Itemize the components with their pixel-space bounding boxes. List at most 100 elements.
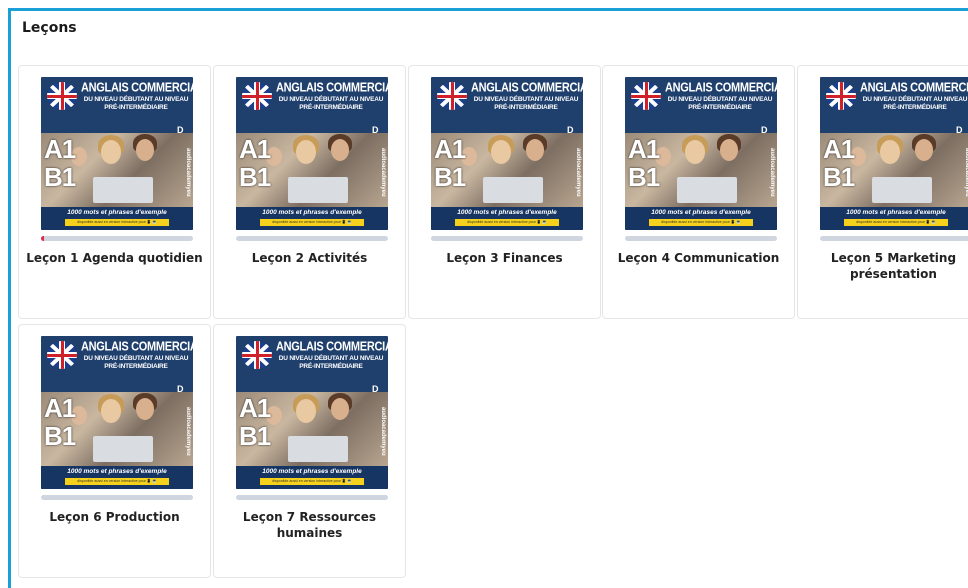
cover-title: ANGLAIS COMMERCIAL bbox=[81, 81, 193, 95]
brand-name: audioacademyeu bbox=[964, 147, 968, 197]
lesson-cover-image: ANGLAIS COMMERCIAL DU NIVEAU DÉBUTANT AU… bbox=[431, 77, 583, 230]
lessons-panel: Leçons ANGLAIS COMMERCIAL DU NIVEAU DÉBU… bbox=[8, 8, 968, 588]
brand-name: audioacademyeu bbox=[185, 406, 191, 456]
lesson-title: Leçon 7 Ressources humaines bbox=[242, 510, 377, 540]
laptop-graphic bbox=[288, 177, 348, 203]
laptop-graphic bbox=[93, 177, 153, 203]
cover-title: ANGLAIS COMMERCIAL bbox=[665, 81, 777, 95]
brand-logo: D bbox=[956, 125, 963, 135]
cover-footer-text: 1000 mots et phrases d'exemple bbox=[262, 209, 362, 216]
brand-logo: D bbox=[761, 125, 768, 135]
lesson-cover-image: ANGLAIS COMMERCIAL DU NIVEAU DÉBUTANT AU… bbox=[236, 77, 388, 230]
cover-level-a: A1 bbox=[239, 393, 271, 423]
lesson-title: Leçon 6 Production bbox=[49, 510, 180, 524]
cover-footer-text: 1000 mots et phrases d'exemple bbox=[457, 209, 557, 216]
uk-flag-icon bbox=[242, 82, 272, 110]
uk-flag-icon bbox=[47, 341, 77, 369]
lesson-progress-bar bbox=[820, 236, 968, 241]
cover-level-a: A1 bbox=[628, 134, 660, 164]
lesson-progress-fill bbox=[41, 236, 45, 241]
cover-footer-text: 1000 mots et phrases d'exemple bbox=[262, 468, 362, 475]
brand-name: audioacademyeu bbox=[185, 147, 191, 197]
cover-title: ANGLAIS COMMERCIAL bbox=[276, 81, 388, 95]
cover-level-a: A1 bbox=[823, 134, 855, 164]
cover-footer: 1000 mots et phrases d'exemple disponibl… bbox=[41, 207, 193, 230]
lesson-progress-bar bbox=[41, 495, 193, 500]
cover-footer: 1000 mots et phrases d'exemple disponibl… bbox=[625, 207, 777, 230]
cover-footer-badge: disponible aussi en version interactive … bbox=[65, 219, 169, 226]
lesson-card-4[interactable]: ANGLAIS COMMERCIAL DU NIVEAU DÉBUTANT AU… bbox=[602, 65, 795, 319]
lesson-progress-bar bbox=[236, 495, 388, 500]
cover-footer-badge: disponible aussi en version interactive … bbox=[65, 478, 169, 485]
lesson-progress-bar bbox=[625, 236, 777, 241]
lesson-cover-image: ANGLAIS COMMERCIAL DU NIVEAU DÉBUTANT AU… bbox=[236, 336, 388, 489]
lesson-progress-bar bbox=[431, 236, 583, 241]
uk-flag-icon bbox=[47, 82, 77, 110]
laptop-graphic bbox=[288, 436, 348, 462]
cover-title: ANGLAIS COMMERCIAL bbox=[471, 81, 583, 95]
brand-name: audioacademyeu bbox=[575, 147, 581, 197]
cover-level-b: B1 bbox=[239, 162, 271, 192]
cover-subtitle: DU NIVEAU DÉBUTANT AU NIVEAU PRÉ-INTERMÉ… bbox=[278, 96, 384, 111]
brand-logo: D bbox=[372, 384, 379, 394]
lesson-cover-image: ANGLAIS COMMERCIAL DU NIVEAU DÉBUTANT AU… bbox=[820, 77, 968, 230]
lesson-card-5[interactable]: ANGLAIS COMMERCIAL DU NIVEAU DÉBUTANT AU… bbox=[797, 65, 968, 319]
cover-footer-text: 1000 mots et phrases d'exemple bbox=[651, 209, 751, 216]
cover-footer-text: 1000 mots et phrases d'exemple bbox=[846, 209, 946, 216]
cover-subtitle: DU NIVEAU DÉBUTANT AU NIVEAU PRÉ-INTERMÉ… bbox=[83, 96, 189, 111]
cover-footer-text: 1000 mots et phrases d'exemple bbox=[67, 209, 167, 216]
cover-level-b: B1 bbox=[823, 162, 855, 192]
lesson-card-6[interactable]: ANGLAIS COMMERCIAL DU NIVEAU DÉBUTANT AU… bbox=[18, 324, 211, 578]
brand-logo: D bbox=[372, 125, 379, 135]
uk-flag-icon bbox=[631, 82, 661, 110]
brand-logo: D bbox=[567, 125, 574, 135]
lesson-title: Leçon 1 Agenda quotidien bbox=[26, 251, 203, 265]
cover-footer: 1000 mots et phrases d'exemple disponibl… bbox=[820, 207, 968, 230]
cover-level-b: B1 bbox=[239, 421, 271, 451]
cover-footer-badge: disponible aussi en version interactive … bbox=[260, 478, 364, 485]
lesson-title: Leçon 4 Communication bbox=[617, 251, 780, 265]
laptop-graphic bbox=[677, 177, 737, 203]
cover-level-a: A1 bbox=[44, 134, 76, 164]
uk-flag-icon bbox=[242, 341, 272, 369]
lesson-cover-image: ANGLAIS COMMERCIAL DU NIVEAU DÉBUTANT AU… bbox=[41, 336, 193, 489]
cover-title: ANGLAIS COMMERCIAL bbox=[276, 340, 388, 354]
lesson-card-7[interactable]: ANGLAIS COMMERCIAL DU NIVEAU DÉBUTANT AU… bbox=[213, 324, 406, 578]
cover-footer: 1000 mots et phrases d'exemple disponibl… bbox=[41, 466, 193, 489]
cover-footer-badge: disponible aussi en version interactive … bbox=[844, 219, 948, 226]
cover-footer-badge: disponible aussi en version interactive … bbox=[260, 219, 364, 226]
cover-level-b: B1 bbox=[434, 162, 466, 192]
cover-footer: 1000 mots et phrases d'exemple disponibl… bbox=[236, 207, 388, 230]
lesson-card-2[interactable]: ANGLAIS COMMERCIAL DU NIVEAU DÉBUTANT AU… bbox=[213, 65, 406, 319]
uk-flag-icon bbox=[437, 82, 467, 110]
lesson-progress-bar bbox=[41, 236, 193, 241]
laptop-graphic bbox=[483, 177, 543, 203]
lesson-progress-bar bbox=[236, 236, 388, 241]
cover-level-b: B1 bbox=[44, 162, 76, 192]
page-title: Leçons bbox=[22, 20, 77, 36]
cover-level-a: A1 bbox=[434, 134, 466, 164]
brand-name: audioacademyeu bbox=[380, 147, 386, 197]
brand-logo: D bbox=[177, 384, 184, 394]
lesson-card-1[interactable]: ANGLAIS COMMERCIAL DU NIVEAU DÉBUTANT AU… bbox=[18, 65, 211, 319]
lesson-title: Leçon 5 Marketing présentation bbox=[830, 251, 957, 281]
brand-logo: D bbox=[177, 125, 184, 135]
cover-subtitle: DU NIVEAU DÉBUTANT AU NIVEAU PRÉ-INTERMÉ… bbox=[83, 355, 189, 370]
lesson-title: Leçon 3 Finances bbox=[446, 251, 563, 265]
cover-footer: 1000 mots et phrases d'exemple disponibl… bbox=[431, 207, 583, 230]
cover-level-b: B1 bbox=[44, 421, 76, 451]
cover-subtitle: DU NIVEAU DÉBUTANT AU NIVEAU PRÉ-INTERMÉ… bbox=[862, 96, 968, 111]
cover-footer: 1000 mots et phrases d'exemple disponibl… bbox=[236, 466, 388, 489]
cover-footer-badge: disponible aussi en version interactive … bbox=[649, 219, 753, 226]
cover-subtitle: DU NIVEAU DÉBUTANT AU NIVEAU PRÉ-INTERMÉ… bbox=[278, 355, 384, 370]
lesson-cover-image: ANGLAIS COMMERCIAL DU NIVEAU DÉBUTANT AU… bbox=[41, 77, 193, 230]
cover-level-a: A1 bbox=[239, 134, 271, 164]
lesson-card-3[interactable]: ANGLAIS COMMERCIAL DU NIVEAU DÉBUTANT AU… bbox=[408, 65, 601, 319]
cover-subtitle: DU NIVEAU DÉBUTANT AU NIVEAU PRÉ-INTERMÉ… bbox=[473, 96, 579, 111]
cover-footer-badge: disponible aussi en version interactive … bbox=[455, 219, 559, 226]
cover-level-a: A1 bbox=[44, 393, 76, 423]
uk-flag-icon bbox=[826, 82, 856, 110]
lesson-title: Leçon 2 Activités bbox=[251, 251, 368, 265]
cover-level-b: B1 bbox=[628, 162, 660, 192]
cover-title: ANGLAIS COMMERCIAL bbox=[860, 81, 968, 95]
